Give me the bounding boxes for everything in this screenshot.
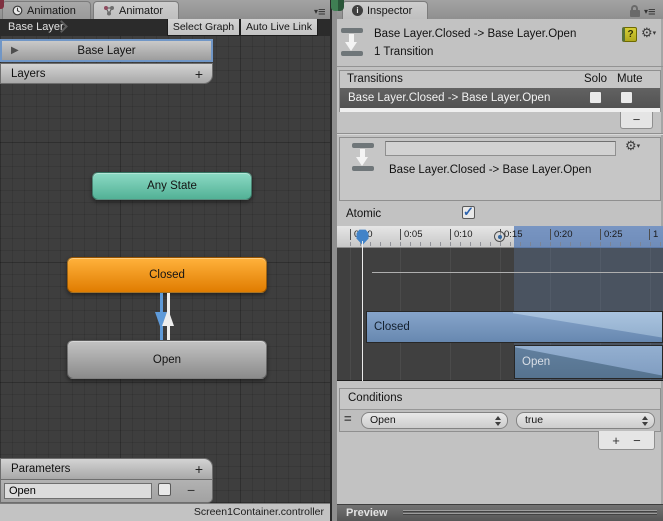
inspector-title: Base Layer.Closed -> Base Layer.Open [374,28,577,40]
dropdown-arrows-icon [495,416,501,426]
tick-label: 1 [649,229,658,240]
transition-icon [352,142,374,172]
inspector-tabbar: i Inspector [337,0,663,19]
transition-icon [341,27,363,57]
tick-label: 0:10 [450,229,473,240]
layer-row-label: Base Layer [77,44,136,57]
animator-toolbar: Base Layer Select Graph Auto Live Link [0,19,330,36]
remove-condition-button[interactable]: − [633,433,641,448]
remove-parameter-button[interactable]: − [187,482,195,498]
condition-value: true [525,414,544,426]
add-layer-button[interactable]: + [195,66,203,82]
inspector-subtitle: 1 Transition [374,46,434,58]
tick-label: 0:05 [400,229,423,240]
atomic-checkbox[interactable] [462,204,475,220]
layer-foldout-icon[interactable]: ▶ [11,45,19,56]
info-icon: i [352,5,363,16]
transition-start-marker[interactable] [494,231,505,242]
tab-animation[interactable]: Animation [2,1,91,19]
parameters-header-label: Parameters [11,463,71,475]
tick-label: 0:20 [550,229,573,240]
transition-arrowhead-up-icon[interactable] [162,309,174,326]
window-chrome-red [0,0,4,9]
auto-live-link-button[interactable]: Auto Live Link [240,19,318,36]
atomic-label: Atomic [346,208,382,220]
animator-tabbar: Animation Animator ▾≡ [0,0,330,19]
state-node-label: Closed [149,269,185,281]
playhead-line [362,241,363,381]
animator-icon [104,6,114,16]
state-node-any-state[interactable]: Any State [92,172,252,200]
preview-label: Preview [346,507,388,519]
controller-asset-name: Screen1Container.controller [193,506,324,518]
parameter-row-open: − [0,480,213,503]
state-node-label: Open [152,353,182,366]
condition-parameter-value: Open [370,414,396,426]
ruler-minor-ticks [350,242,663,246]
tick-label: 0:25 [600,229,623,240]
transition-list-row-label: Base Layer.Closed -> Base Layer.Open [348,92,551,104]
transition-timeline[interactable]: Closed Open 0:00 0:05 0:10 0:15 0:20 0:2… [337,226,663,381]
duration-line [372,272,663,273]
transitions-list-footer [340,108,660,112]
tab-animator[interactable]: Animator [93,1,179,19]
timeline-bar-open[interactable]: Open [514,345,663,379]
state-node-open[interactable]: Open [67,340,267,379]
condition-drag-handle[interactable]: = [344,411,352,426]
closed-fadeout-wedge [513,312,662,338]
state-node-closed[interactable]: Closed [67,257,267,293]
transitions-header-label: Transitions [347,73,403,85]
window-chrome-green [331,0,344,11]
solo-column-label: Solo [584,73,608,85]
help-icon[interactable]: ? [622,27,637,42]
gear-icon[interactable]: ⚙▾ [625,139,640,154]
layers-header-label: Layers [11,67,46,80]
parameter-value-checkbox[interactable] [158,483,171,496]
timeline-bar-closed[interactable]: Closed [366,311,663,343]
header-divider [337,66,663,67]
timeline-bar-label: Open [522,356,551,368]
transition-name-field[interactable] [385,141,616,156]
transition-list-row[interactable]: Base Layer.Closed -> Base Layer.Open [340,88,660,108]
parameter-name-field[interactable] [4,483,152,499]
add-condition-button[interactable]: + [612,433,620,448]
animator-status-bar: Screen1Container.controller [0,503,330,521]
inspector-panel-menu-icon[interactable]: ▾≡ [644,4,656,19]
mute-checkbox[interactable] [620,91,633,104]
preview-drag-handle-icon [403,510,657,516]
tab-inspector[interactable]: i Inspector [342,1,428,19]
condition-parameter-dropdown[interactable]: Open [361,412,508,429]
tab-inspector-label: Inspector [367,4,413,17]
parameters-header: Parameters + [0,458,213,480]
transition-detail-title: Base Layer.Closed -> Base Layer.Open [389,164,592,176]
tab-animation-label: Animation [27,4,76,17]
layer-row-base-layer[interactable]: ▶ Base Layer [0,39,213,62]
unity-editor-window: Animation Animator ▾≡ Base Layer Select … [0,0,663,521]
add-parameter-button[interactable]: + [195,461,203,477]
solo-checkbox[interactable] [589,91,602,104]
condition-value-dropdown[interactable]: true [516,412,655,429]
preview-bar[interactable]: Preview [337,504,663,521]
mute-column-label: Mute [617,73,643,85]
timeline-bar-label: Closed [374,321,410,333]
layers-header: Layers + [0,63,213,84]
condition-list-buttons: + − [598,431,655,450]
panel-splitter[interactable] [330,0,337,521]
conditions-header-label: Conditions [348,392,403,404]
state-node-label: Any State [147,180,197,192]
lock-icon[interactable] [630,5,640,17]
dropdown-arrows-icon [642,416,648,426]
clock-icon [12,5,23,16]
tab-animator-label: Animator [119,4,164,17]
remove-transition-button[interactable]: − [620,112,653,129]
animator-panel-menu-icon[interactable]: ▾≡ [314,4,326,19]
section-divider [337,133,663,134]
select-graph-button[interactable]: Select Graph [167,19,240,36]
gear-icon[interactable]: ⚙▾ [641,26,656,41]
